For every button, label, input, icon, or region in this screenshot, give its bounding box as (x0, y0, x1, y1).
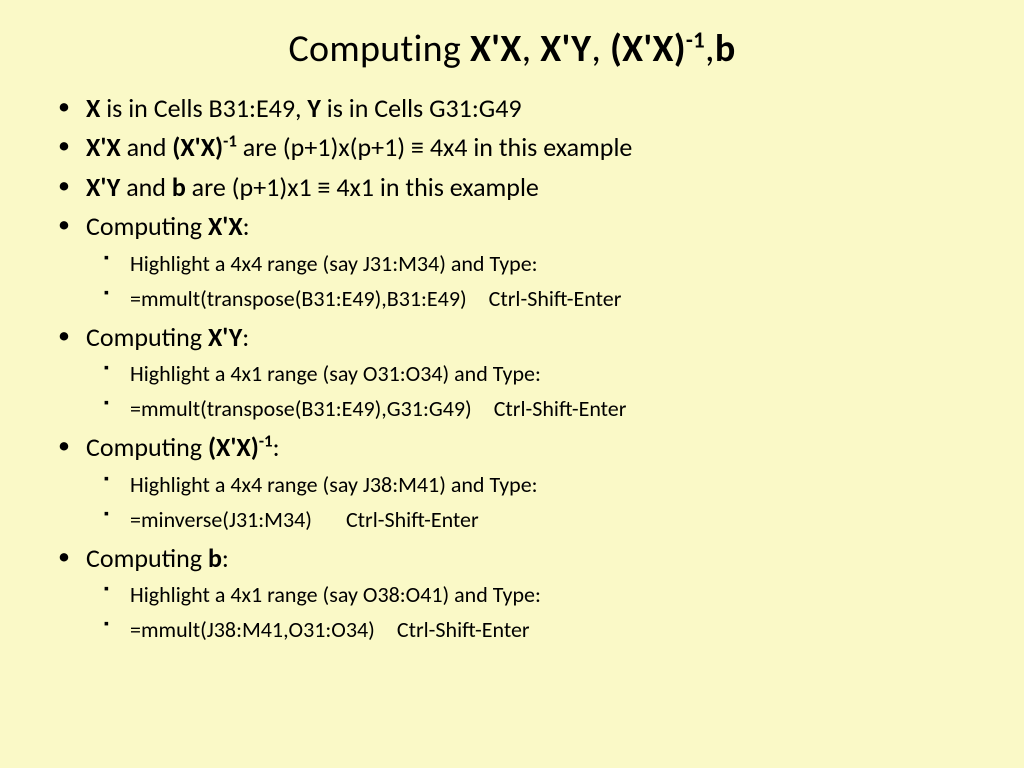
bullet-5: Computing X'Y: Highlight a 4x1 range (sa… (86, 319, 968, 427)
title-xx: X'X (470, 26, 522, 72)
title-comma3: , (705, 26, 715, 72)
title-comma2: , (591, 26, 610, 72)
slide: Computing X'X, X'Y, (X'X)-1,b X is in Ce… (0, 0, 1024, 768)
sub-5-2: =mmult(transpose(B31:E49),G31:G49)Ctrl-S… (130, 392, 968, 426)
bullet-4: Computing X'X: Highlight a 4x4 range (sa… (86, 208, 968, 316)
bullet-2: X'X and (X'X)-1 are (p+1)x(p+1) ≡ 4x4 in… (86, 129, 968, 165)
title-comma1: , (522, 26, 541, 72)
sub-4-1: Highlight a 4x4 range (say J31:M34) and … (130, 247, 968, 281)
bullet-3: X'Y and b are (p+1)x1 ≡ 4x1 in this exam… (86, 169, 968, 205)
title-pre: Computing (288, 26, 469, 72)
sub-6-2: =minverse(J31:M34)Ctrl-Shift-Enter (130, 503, 968, 537)
bullet-7: Computing b: Highlight a 4x1 range (say … (86, 540, 968, 648)
sub-4-2: =mmult(transpose(B31:E49),B31:E49)Ctrl-S… (130, 282, 968, 316)
sublist-4: Highlight a 4x4 range (say J31:M34) and … (86, 247, 968, 316)
bullet-6: Computing (X'X)-1: Highlight a 4x4 range… (86, 429, 968, 537)
sub-7-1: Highlight a 4x1 range (say O38:O41) and … (130, 578, 968, 612)
sublist-5: Highlight a 4x1 range (say O31:O34) and … (86, 357, 968, 426)
sublist-7: Highlight a 4x1 range (say O38:O41) and … (86, 578, 968, 647)
title-xxinv: (X'X)-1 (610, 26, 705, 72)
bullet-list: X is in Cells B31:E49, Y is in Cells G31… (56, 90, 968, 647)
title-b: b (715, 26, 736, 72)
bullet-1: X is in Cells B31:E49, Y is in Cells G31… (86, 90, 968, 126)
sub-6-1: Highlight a 4x4 range (say J38:M41) and … (130, 468, 968, 502)
sub-7-2: =mmult(J38:M41,O31:O34)Ctrl-Shift-Enter (130, 613, 968, 647)
sub-5-1: Highlight a 4x1 range (say O31:O34) and … (130, 357, 968, 391)
sublist-6: Highlight a 4x4 range (say J38:M41) and … (86, 468, 968, 537)
title-xy: X'Y (540, 26, 591, 72)
slide-title: Computing X'X, X'Y, (X'X)-1,b (56, 26, 968, 72)
